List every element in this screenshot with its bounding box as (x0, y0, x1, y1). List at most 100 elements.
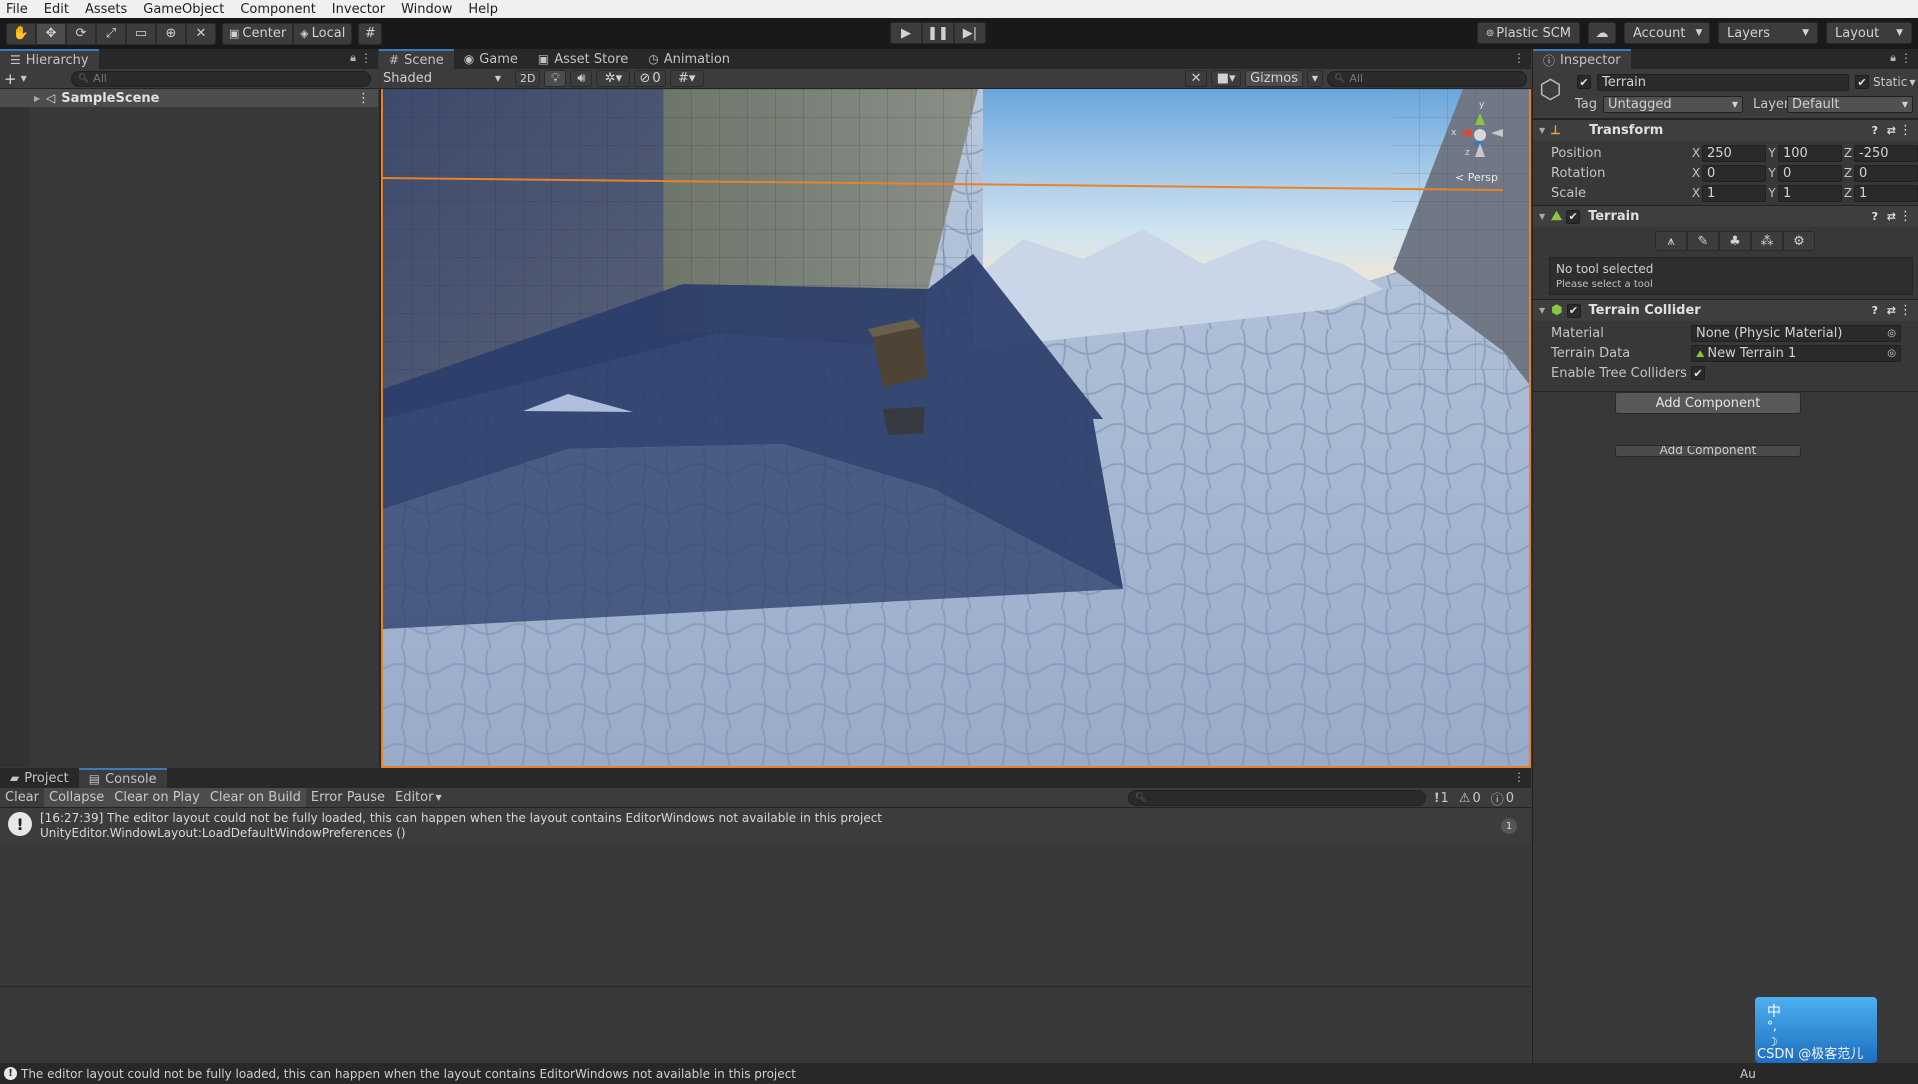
kebab-menu-icon[interactable]: ⋮ (357, 91, 370, 106)
account-dropdown[interactable]: Account ▼ (1624, 22, 1710, 44)
rotation-y-field[interactable]: 0 (1778, 164, 1842, 182)
hand-tool-icon[interactable]: ✋ (6, 22, 36, 45)
tag-dropdown[interactable]: Untagged ▼ (1603, 96, 1743, 113)
layer-dropdown[interactable]: Default ▼ (1787, 96, 1913, 113)
camera-icon[interactable]: ■▾ (1211, 70, 1242, 87)
chevron-down-icon[interactable]: ▼ (21, 74, 27, 83)
tree-colliders-checkbox[interactable]: ✔ (1691, 366, 1705, 380)
menu-edit[interactable]: Edit (44, 2, 69, 17)
shading-mode-dropdown[interactable]: Shaded ▼ (383, 70, 501, 87)
custom-tool-icon[interactable]: ✕ (186, 22, 216, 45)
error-count-toggle[interactable]: ❗︎ 1 (1432, 789, 1452, 808)
orientation-gizmo[interactable]: y x z < Persp (1445, 95, 1515, 185)
plastic-scm-button[interactable]: ⊚ Plastic SCM (1476, 22, 1580, 44)
menu-component[interactable]: Component (240, 2, 315, 17)
object-picker-icon[interactable]: ◎ (1887, 328, 1896, 339)
menu-invector[interactable]: Invector (332, 2, 385, 17)
terrain-enabled-checkbox[interactable]: ✔ (1566, 209, 1581, 224)
tab-animation[interactable]: ◷ Animation (638, 49, 741, 69)
foldout-arrow-icon[interactable]: ▶ (34, 94, 40, 103)
scale-z-field[interactable]: 1 (1854, 184, 1918, 202)
terrain-collider-header[interactable]: ▼ ⬢ ✔ Terrain Collider ? ⇄ ⋮ (1533, 299, 1918, 321)
tab-inspector[interactable]: ⓘ Inspector (1533, 49, 1631, 69)
console-detail-divider[interactable] (0, 986, 1531, 987)
transform-tool-icon[interactable]: ⊕ (156, 22, 186, 45)
kebab-menu-icon[interactable]: ⋮ (360, 51, 372, 65)
error-pause-toggle[interactable]: Error Pause (306, 788, 390, 807)
tab-console[interactable]: ▤ Console (78, 768, 167, 788)
step-icon[interactable]: ▶| (954, 22, 986, 44)
active-checkbox[interactable]: ✔ (1577, 75, 1591, 89)
pivot-center-button[interactable]: ▣ Center (222, 22, 294, 45)
layers-dropdown[interactable]: Layers ▼ (1718, 22, 1818, 44)
position-z-field[interactable]: -250 (1854, 144, 1918, 162)
lighting-icon[interactable]: 💡︎ (544, 70, 567, 87)
rect-tool-icon[interactable]: ▭ (126, 22, 156, 45)
menu-gameobject[interactable]: GameObject (143, 2, 224, 17)
create-plus-icon[interactable]: + (4, 70, 17, 88)
settings-gear-icon[interactable]: ⚙ (1783, 231, 1815, 251)
tree-icon[interactable]: ♣ (1719, 231, 1751, 251)
info-count-toggle[interactable]: ⓘ 0 (1488, 789, 1517, 808)
editor-dropdown[interactable]: Editor ▼ (390, 788, 447, 807)
scale-x-field[interactable]: 1 (1702, 184, 1766, 202)
play-icon[interactable]: ▶ (890, 22, 922, 44)
cloud-icon[interactable]: ☁ (1588, 22, 1616, 44)
rotate-tool-icon[interactable]: ⟳ (66, 22, 96, 45)
raise-terrain-icon[interactable]: ⩚ (1655, 231, 1687, 251)
rotation-z-field[interactable]: 0 (1854, 164, 1918, 182)
clear-on-build-toggle[interactable]: Clear on Build (204, 788, 306, 807)
grid-toggle-icon[interactable]: #▾ (669, 70, 704, 87)
clear-on-play-toggle[interactable]: Clear on Play (109, 788, 205, 807)
static-checkbox[interactable]: ✔ (1855, 75, 1869, 89)
warning-count-toggle[interactable]: ⚠︎ 0 (1456, 789, 1484, 808)
clear-button[interactable]: Clear (0, 788, 44, 807)
position-x-field[interactable]: 250 (1702, 144, 1766, 162)
kebab-menu-icon[interactable]: ⋮ (1899, 123, 1912, 138)
scale-y-field[interactable]: 1 (1778, 184, 1842, 202)
layout-dropdown[interactable]: Layout ▼ (1826, 22, 1912, 44)
scene-viewport[interactable]: y x z < Persp (381, 89, 1531, 768)
kebab-menu-icon[interactable]: ⋮ (1513, 770, 1525, 784)
object-name-field[interactable]: Terrain (1597, 74, 1849, 91)
menu-file[interactable]: File (6, 2, 28, 17)
collider-enabled-checkbox[interactable]: ✔ (1566, 303, 1581, 318)
effects-icon[interactable]: ✲▾ (596, 70, 631, 87)
pause-icon[interactable]: ❚❚ (922, 22, 954, 44)
console-search-input[interactable]: 🔍︎ (1128, 790, 1426, 806)
move-tool-icon[interactable]: ✥ (36, 22, 66, 45)
scene-row[interactable]: ▶ ◁ SampleScene ⋮ (0, 89, 378, 107)
terrain-data-object-field[interactable]: ⛰︎ New Terrain 1 ◎ (1691, 344, 1901, 362)
menu-help[interactable]: Help (468, 2, 498, 17)
collapse-toggle[interactable]: Collapse (44, 788, 110, 807)
menu-assets[interactable]: Assets (85, 2, 127, 17)
transform-header[interactable]: ▼ ⟂ Transform ? ⇄ ⋮ (1533, 119, 1918, 141)
ime-widget[interactable]: 中 °, ☽ CSDN @极客范儿 (1755, 997, 1877, 1063)
object-picker-icon[interactable]: ◎ (1887, 348, 1896, 359)
console-log-entry[interactable]: ! [16:27:39] The editor layout could not… (0, 808, 1531, 844)
pivot-local-button[interactable]: ◈ Local (293, 22, 353, 45)
lock-icon[interactable]: 🔒︎ (350, 51, 356, 65)
kebab-menu-icon[interactable]: ⋮ (1899, 209, 1912, 224)
tab-scene[interactable]: # Scene (379, 49, 454, 69)
status-message[interactable]: The editor layout could not be fully loa… (21, 1067, 796, 1081)
help-icon[interactable]: ? (1872, 124, 1878, 137)
grid-snap-icon[interactable]: # (358, 22, 383, 45)
tab-hierarchy[interactable]: ☰ Hierarchy (0, 49, 99, 69)
rotation-x-field[interactable]: 0 (1702, 164, 1766, 182)
tab-project[interactable]: ▰ Project (0, 768, 79, 788)
kebab-menu-icon[interactable]: ⋮ (1513, 51, 1525, 65)
lock-icon[interactable]: 🔒︎ (1890, 51, 1896, 65)
toggle-2d-button[interactable]: 2D (515, 70, 541, 87)
audio-icon[interactable]: 🔊︎ (570, 70, 593, 87)
hidden-objects-toggle[interactable]: ⊘ 0 (634, 70, 666, 87)
add-component-button[interactable]: Add Component (1615, 392, 1801, 414)
kebab-menu-icon[interactable]: ⋮ (1900, 51, 1912, 65)
detail-grass-icon[interactable]: ⁂ (1751, 231, 1783, 251)
static-dropdown[interactable]: Static ▼ (1873, 75, 1915, 89)
chevron-down-icon[interactable]: ▼ (1307, 70, 1323, 87)
tab-asset-store[interactable]: ▣ Asset Store (527, 49, 639, 69)
scale-tool-icon[interactable]: ⤢ (96, 22, 126, 45)
tab-game[interactable]: ◉ Game (453, 49, 528, 69)
terrain-header[interactable]: ▼ ⛰︎ ✔ Terrain ? ⇄ ⋮ (1533, 205, 1918, 227)
